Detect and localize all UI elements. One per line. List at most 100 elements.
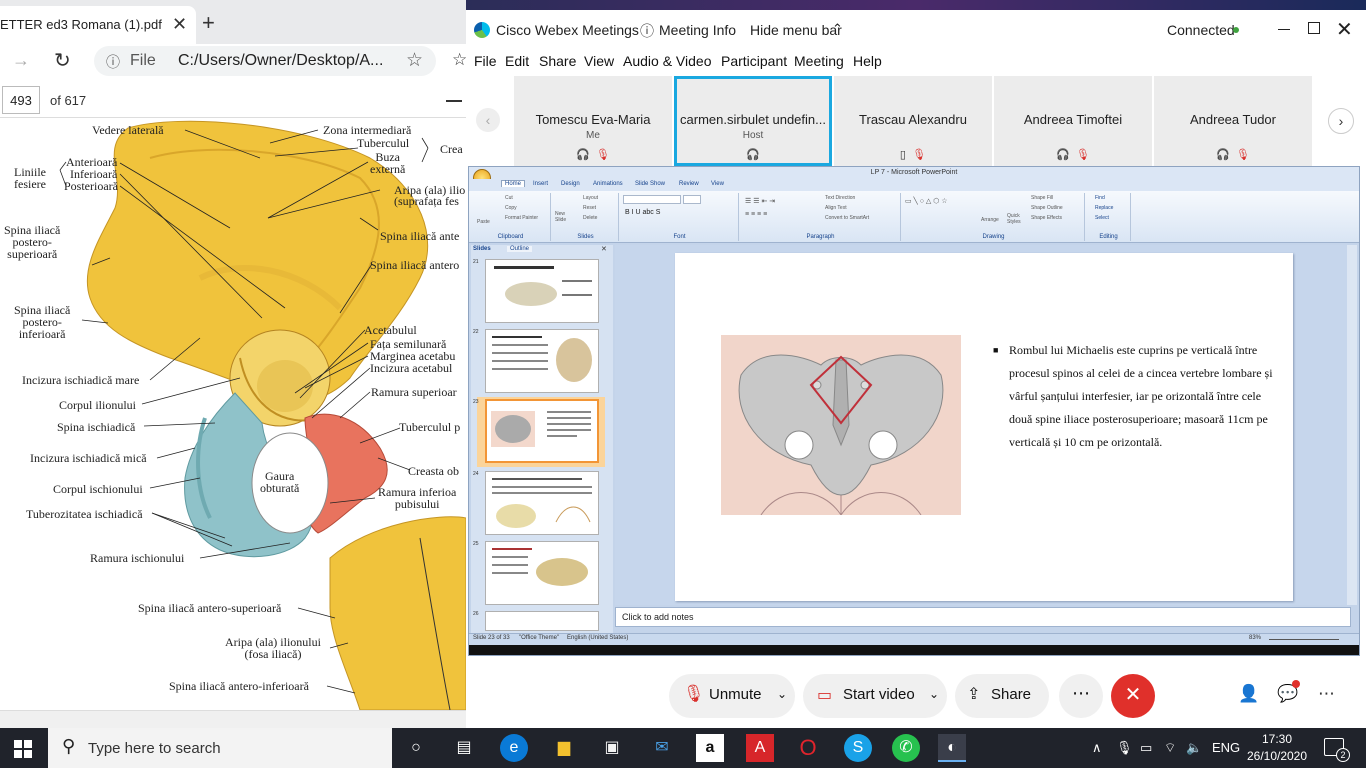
bullets-icon[interactable]: ☰ ☰ ⇤ ⇥ bbox=[745, 197, 775, 205]
chevron-up-icon[interactable]: ∧ bbox=[1092, 740, 1102, 756]
find-button[interactable]: Find bbox=[1095, 195, 1105, 201]
menu-view[interactable]: View bbox=[584, 53, 614, 69]
whatsapp-icon[interactable]: ✆ bbox=[892, 734, 920, 762]
participant-tile[interactable]: Andreea Timoftei 🎧 🎙 bbox=[994, 76, 1152, 166]
shape-outline-button[interactable]: Shape Outline bbox=[1031, 205, 1063, 211]
slide-thumbnail[interactable] bbox=[485, 329, 599, 393]
slide-thumbnail[interactable] bbox=[485, 471, 599, 535]
participant-tile[interactable]: Andreea Tudor 🎧 🎙 bbox=[1154, 76, 1312, 166]
convert-smartart-button[interactable]: Convert to SmartArt bbox=[825, 215, 869, 221]
layout-button[interactable]: Layout bbox=[583, 195, 598, 201]
paste-button[interactable]: Paste bbox=[477, 219, 490, 225]
minimize-icon[interactable] bbox=[1278, 29, 1290, 30]
ppt-tab-home[interactable]: Home bbox=[501, 180, 526, 187]
skype-icon[interactable]: S bbox=[844, 734, 872, 762]
task-view-icon[interactable]: ▤ bbox=[450, 734, 478, 762]
select-button[interactable]: Select bbox=[1095, 215, 1109, 221]
unmute-button[interactable]: 🎙 Unmute ⌄ bbox=[669, 674, 795, 718]
chevron-left-icon[interactable]: ‹ bbox=[476, 108, 500, 132]
text-direction-button[interactable]: Text Direction bbox=[825, 195, 855, 201]
font-format-icons[interactable]: B I U abc S bbox=[625, 209, 660, 216]
info-circle-icon[interactable]: ⓘ bbox=[640, 21, 654, 41]
align-icons[interactable]: ≡ ≡ ≡ ≡ bbox=[745, 211, 767, 218]
favorite-star-icon[interactable]: ☆ bbox=[406, 49, 423, 72]
slide-thumbnail[interactable] bbox=[485, 541, 599, 605]
acrobat-icon[interactable]: A bbox=[746, 734, 774, 762]
reset-button[interactable]: Reset bbox=[583, 205, 596, 211]
chevron-down-icon[interactable]: ⌄ bbox=[777, 687, 787, 701]
clock-time[interactable]: 17:30 bbox=[1252, 732, 1302, 746]
font-size-box[interactable] bbox=[683, 195, 701, 204]
participant-tile[interactable]: Tomescu Eva-Maria Me 🎧 🎙 bbox=[514, 76, 672, 166]
leave-meeting-button[interactable]: ✕ bbox=[1111, 674, 1155, 718]
opera-icon[interactable]: O bbox=[794, 734, 822, 762]
cortana-icon[interactable]: ○ bbox=[402, 734, 430, 762]
shape-effects-button[interactable]: Shape Effects bbox=[1031, 215, 1062, 221]
format-painter-button[interactable]: Format Painter bbox=[505, 215, 538, 221]
slide-thumbnail-selected[interactable] bbox=[485, 399, 599, 463]
replace-button[interactable]: Replace bbox=[1095, 205, 1113, 211]
ppt-tab-design[interactable]: Design bbox=[561, 181, 580, 187]
maximize-icon[interactable] bbox=[1308, 22, 1320, 34]
arrange-button[interactable]: Arrange bbox=[981, 217, 999, 223]
notes-pane[interactable]: Click to add notes bbox=[615, 607, 1351, 627]
slides-pane-tab-outline[interactable]: Outline bbox=[507, 246, 533, 252]
close-window-icon[interactable]: ✕ bbox=[1336, 17, 1353, 42]
clock-date[interactable]: 26/10/2020 bbox=[1246, 749, 1308, 763]
cut-button[interactable]: Cut bbox=[505, 195, 513, 201]
edge-browser-icon[interactable]: e bbox=[500, 734, 528, 762]
ppt-tab-slideshow[interactable]: Slide Show bbox=[635, 181, 665, 187]
shape-fill-button[interactable]: Shape Fill bbox=[1031, 195, 1053, 201]
delete-button[interactable]: Delete bbox=[583, 215, 597, 221]
align-text-button[interactable]: Align Text bbox=[825, 205, 847, 211]
slide-thumbnail[interactable] bbox=[485, 259, 599, 323]
zoom-out-icon[interactable] bbox=[446, 100, 462, 102]
store-icon[interactable]: ▣ bbox=[598, 734, 626, 762]
chevron-right-icon[interactable]: › bbox=[1328, 108, 1354, 134]
chevron-up-icon[interactable]: ⌃ bbox=[832, 21, 843, 37]
menu-meeting[interactable]: Meeting bbox=[794, 53, 844, 69]
menu-edit[interactable]: Edit bbox=[505, 53, 529, 69]
more-menu-icon[interactable]: ⋯ bbox=[1318, 684, 1335, 704]
new-tab-icon[interactable]: + bbox=[202, 10, 215, 36]
forward-arrow-icon[interactable]: → bbox=[12, 50, 30, 71]
slide-bullet-text[interactable]: ■ Rombul lui Michaelis este cuprins pe v… bbox=[993, 339, 1277, 454]
start-video-button[interactable]: ▭ Start video ⌄ bbox=[803, 674, 947, 718]
horizontal-scrollbar[interactable] bbox=[0, 710, 466, 728]
ppt-tab-animations[interactable]: Animations bbox=[593, 181, 623, 187]
slide-thumbnail[interactable] bbox=[485, 611, 599, 631]
hide-menu-bar-button[interactable]: Hide menu bar bbox=[750, 22, 842, 38]
close-pane-icon[interactable]: ✕ bbox=[601, 245, 607, 253]
wifi-icon[interactable]: ⌔ bbox=[1164, 740, 1176, 756]
ppt-tab-review[interactable]: Review bbox=[679, 181, 699, 187]
webex-taskbar-icon[interactable]: ◐ bbox=[938, 734, 966, 762]
new-slide-button[interactable]: New Slide bbox=[555, 211, 566, 223]
browser-tab[interactable]: ETTER ed3 Romana (1).pdf ✕ bbox=[0, 6, 196, 44]
quick-styles-button[interactable]: Quick Styles bbox=[1007, 213, 1021, 225]
current-slide[interactable]: ■ Rombul lui Michaelis este cuprins pe v… bbox=[675, 253, 1293, 601]
close-tab-icon[interactable]: ✕ bbox=[172, 14, 187, 35]
menu-help[interactable]: Help bbox=[853, 53, 882, 69]
language-indicator[interactable]: ENG bbox=[1212, 740, 1240, 755]
chevron-down-icon[interactable]: ⌄ bbox=[929, 687, 939, 701]
ppt-tab-view[interactable]: View bbox=[711, 181, 724, 187]
amazon-icon[interactable]: a bbox=[696, 734, 724, 762]
font-name-box[interactable] bbox=[623, 195, 681, 204]
more-options-button[interactable]: ⋯ bbox=[1059, 674, 1103, 718]
menu-share[interactable]: Share bbox=[539, 53, 576, 69]
zoom-slider[interactable] bbox=[1269, 639, 1339, 640]
mail-icon[interactable]: ✉ bbox=[648, 734, 676, 762]
refresh-icon[interactable]: ↻ bbox=[54, 48, 71, 73]
volume-icon[interactable]: 🔈 bbox=[1186, 740, 1202, 756]
participant-tile[interactable]: Trascau Alexandru ▯ 🎙 bbox=[834, 76, 992, 166]
participants-icon[interactable]: 👤 bbox=[1238, 684, 1259, 704]
menu-participant[interactable]: Participant bbox=[721, 53, 787, 69]
address-bar[interactable]: ⓘ File C:/Users/Owner/Desktop/A... ☆ bbox=[94, 46, 436, 76]
meeting-info-button[interactable]: Meeting Info bbox=[659, 22, 736, 38]
battery-icon[interactable]: ▭ bbox=[1140, 740, 1152, 756]
menu-audio-video[interactable]: Audio & Video bbox=[623, 53, 711, 69]
slides-pane-tab-slides[interactable]: Slides bbox=[473, 246, 491, 252]
menu-file[interactable]: File bbox=[474, 53, 497, 69]
participant-tile-active[interactable]: carmen.sirbulet undefin... Host 🎧 bbox=[674, 76, 832, 166]
favorites-icon[interactable]: ☆ bbox=[452, 50, 466, 70]
